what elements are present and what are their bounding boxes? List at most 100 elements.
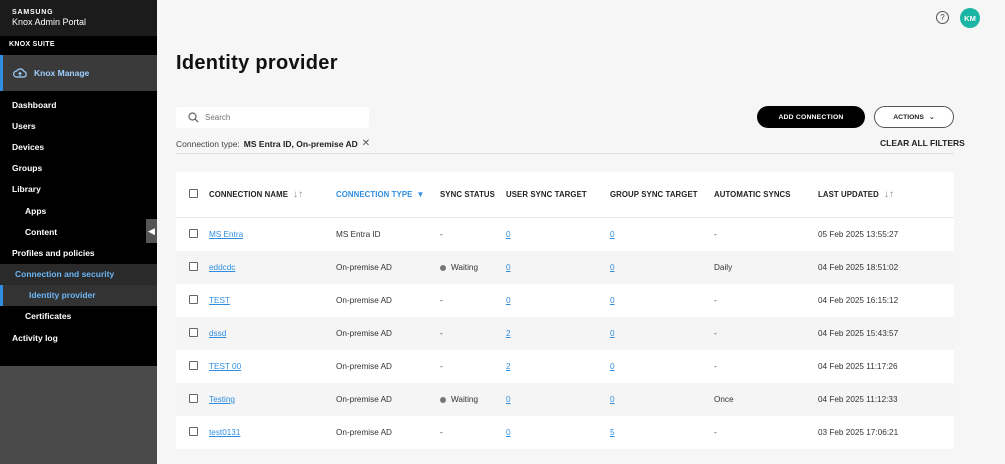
actions-label: ACTIONS — [893, 113, 924, 121]
group-sync-target-link[interactable]: 5 — [610, 428, 615, 437]
chevron-left-icon: ◀ — [148, 225, 155, 236]
user-sync-target-link[interactable]: 2 — [506, 329, 511, 338]
column-header-type[interactable]: CONNECTION TYPE ▼ — [336, 190, 440, 199]
user-sync-target-link[interactable]: 0 — [506, 263, 511, 272]
table-row[interactable]: TEST 00 On-premise AD - 2 0 - 04 Feb 2025 11:1… — [176, 350, 954, 383]
nav-profiles-and-policies[interactable]: Profiles and policies — [0, 242, 157, 263]
connection-type: On-premise AD — [336, 395, 392, 404]
automatic-syncs: - — [714, 230, 717, 239]
column-header-auto: AUTOMATIC SYNCS — [714, 190, 791, 199]
table-body: MS Entra MS Entra ID - 0 0 - 05 Feb 2025 13:55… — [176, 218, 954, 449]
filter-label: Connection type: — [176, 138, 240, 149]
connections-table: CONNECTION NAME ↓↑ CONNECTION TYPE ▼ SYNC … — [176, 172, 954, 449]
row-checkbox[interactable] — [189, 229, 198, 238]
clear-all-filters-link[interactable]: CLEAR ALL FILTERS — [880, 138, 965, 148]
sync-status: - — [440, 329, 506, 338]
search-input[interactable] — [205, 113, 355, 122]
nav-dashboard[interactable]: Dashboard — [0, 94, 157, 115]
search-box[interactable] — [176, 107, 369, 128]
actions-button[interactable]: ACTIONS ⌄ — [874, 106, 954, 128]
nav-groups[interactable]: Groups — [0, 158, 157, 179]
table-row[interactable]: MS Entra MS Entra ID - 0 0 - 05 Feb 2025 13:55… — [176, 218, 954, 251]
group-sync-target-link[interactable]: 0 — [610, 263, 615, 272]
table-row[interactable]: test0131 On-premise AD - 0 5 - 03 Feb 2025 17:… — [176, 416, 954, 449]
connection-name-link[interactable]: MS Entra — [209, 230, 243, 239]
connection-type: On-premise AD — [336, 362, 392, 371]
row-checkbox[interactable] — [189, 394, 198, 403]
sort-icon[interactable]: ↓↑ — [293, 189, 303, 200]
sidebar-footer-area — [0, 366, 157, 464]
user-sync-target-link[interactable]: 0 — [506, 395, 511, 404]
avatar[interactable]: KM — [960, 8, 980, 28]
sync-status-text: - — [440, 428, 443, 437]
automatic-syncs: - — [714, 362, 717, 371]
nav-apps[interactable]: Apps — [0, 200, 157, 221]
sync-status-text: - — [440, 329, 443, 338]
automatic-syncs: - — [714, 428, 717, 437]
filter-value: MS Entra ID, On-premise AD — [243, 138, 358, 149]
close-icon[interactable]: ✕ — [362, 138, 370, 149]
connection-name-link[interactable]: test0131 — [209, 428, 240, 437]
nav-certificates[interactable]: Certificates — [0, 306, 157, 327]
row-checkbox[interactable] — [189, 262, 198, 271]
brand-logo[interactable]: SAMSUNG Knox Admin Portal — [0, 0, 157, 36]
connection-name-link[interactable]: Testing — [209, 395, 235, 404]
row-checkbox[interactable] — [189, 361, 198, 370]
sidebar-collapse-button[interactable]: ◀ — [146, 219, 157, 243]
app-switcher-knox-manage[interactable]: Knox Manage — [0, 55, 157, 91]
column-header-group-target: GROUP SYNC TARGET — [610, 190, 698, 199]
automatic-syncs: - — [714, 329, 717, 338]
nav-devices[interactable]: Devices — [0, 136, 157, 157]
nav-users[interactable]: Users — [0, 115, 157, 136]
user-sync-target-link[interactable]: 0 — [506, 230, 511, 239]
connection-name-link[interactable]: TEST — [209, 296, 230, 305]
add-connection-button[interactable]: ADD CONNECTION — [757, 106, 865, 128]
page-title: Identity provider — [176, 52, 338, 74]
active-filter: Connection type: MS Entra ID, On-premise… — [176, 138, 370, 149]
group-sync-target-link[interactable]: 0 — [610, 296, 615, 305]
last-updated: 04 Feb 2025 11:17:26 — [818, 362, 898, 371]
column-updated-label: LAST UPDATED — [818, 190, 879, 199]
user-sync-target-link[interactable]: 2 — [506, 362, 511, 371]
nav-identity-provider[interactable]: Identity provider — [0, 284, 157, 306]
user-sync-target-link[interactable]: 0 — [506, 296, 511, 305]
last-updated: 05 Feb 2025 13:55:27 — [818, 230, 899, 239]
table-row[interactable]: eddcdc On-premise AD Waiting 0 0 Daily 04 Feb … — [176, 251, 954, 284]
last-updated: 04 Feb 2025 18:51:02 — [818, 263, 899, 272]
sync-status: Waiting — [440, 263, 506, 272]
row-checkbox[interactable] — [189, 328, 198, 337]
sync-status: - — [440, 428, 506, 437]
sync-status: - — [440, 230, 506, 239]
column-header-user-target: USER SYNC TARGET — [506, 190, 587, 199]
column-header-name[interactable]: CONNECTION NAME ↓↑ — [209, 189, 336, 200]
select-all-checkbox[interactable] — [189, 189, 198, 198]
group-sync-target-link[interactable]: 0 — [610, 362, 615, 371]
brand-company: SAMSUNG — [12, 9, 54, 16]
column-name-label: CONNECTION NAME — [209, 190, 289, 199]
sync-status-text: Waiting — [451, 395, 478, 404]
brand-product: Knox Admin Portal — [12, 17, 87, 27]
sort-icon[interactable]: ↓↑ — [884, 189, 894, 200]
connection-name-link[interactable]: TEST 00 — [209, 362, 241, 371]
app-name: Knox Manage — [34, 68, 90, 78]
user-sync-target-link[interactable]: 0 — [506, 428, 511, 437]
nav-library[interactable]: Library — [0, 179, 157, 200]
connection-name-link[interactable]: dssd — [209, 329, 226, 338]
row-checkbox[interactable] — [189, 295, 198, 304]
column-header-updated[interactable]: LAST UPDATED ↓↑ — [818, 189, 954, 200]
filter-icon[interactable]: ▼ — [416, 190, 424, 199]
nav-activity-log[interactable]: Activity log — [0, 327, 157, 348]
row-checkbox[interactable] — [189, 427, 198, 436]
nav-connection-and-security[interactable]: Connection and security — [0, 263, 157, 285]
nav-content[interactable]: Content — [0, 221, 157, 242]
table-row[interactable]: dssd On-premise AD - 2 0 - 04 Feb 2025 15:43:5… — [176, 317, 954, 350]
group-sync-target-link[interactable]: 0 — [610, 395, 615, 404]
group-sync-target-link[interactable]: 0 — [610, 329, 615, 338]
table-row[interactable]: Testing On-premise AD Waiting 0 0 Once 04 Feb … — [176, 383, 954, 416]
table-row[interactable]: TEST On-premise AD - 0 0 - 04 Feb 2025 16:15:1… — [176, 284, 954, 317]
help-icon[interactable]: ? — [936, 11, 949, 24]
sidebar-nav: Dashboard Users Devices Groups Library A… — [0, 91, 157, 349]
connection-name-link[interactable]: eddcdc — [209, 263, 235, 272]
group-sync-target-link[interactable]: 0 — [610, 230, 615, 239]
search-icon — [188, 112, 199, 123]
